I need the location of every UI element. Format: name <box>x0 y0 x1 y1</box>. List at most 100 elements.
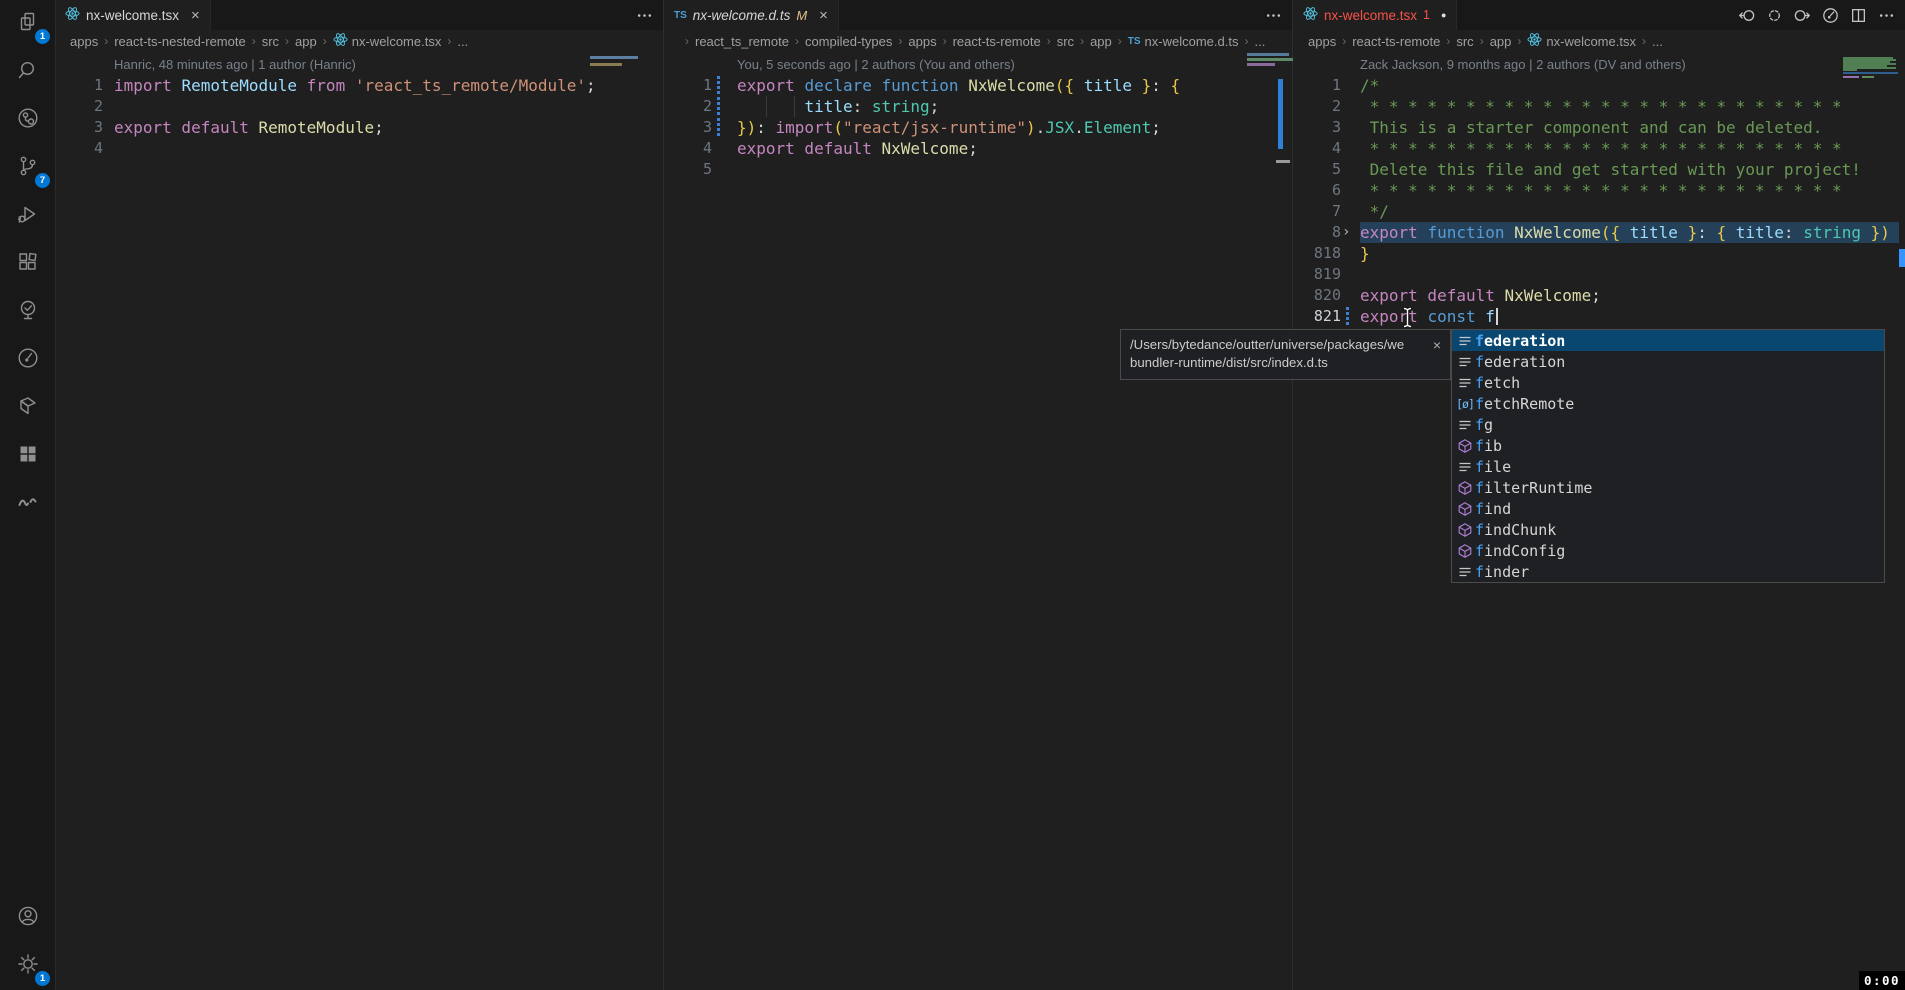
breadcrumb-item-compiled-types[interactable]: compiled-types <box>805 34 892 49</box>
code-line[interactable]: 2 <box>55 96 663 117</box>
activity-bar-item-explorer[interactable]: 1 <box>0 0 55 48</box>
code-text[interactable]: export const f <box>1360 306 1498 327</box>
breadcrumb-item-nx-welcome-tsx[interactable]: nx-welcome.tsx <box>1527 32 1636 50</box>
suggestion-filterRuntime[interactable]: filterRuntime <box>1452 477 1884 498</box>
code-area[interactable]: 1export declare function NxWelcome({ tit… <box>664 74 1292 180</box>
code-text[interactable]: export default NxWelcome; <box>737 138 978 159</box>
activity-bar-item-commit-graph[interactable] <box>0 96 55 144</box>
activity-bar-item-tree[interactable] <box>0 288 55 336</box>
code-line[interactable]: 6 * * * * * * * * * * * * * * * * * * * … <box>1293 180 1905 201</box>
breadcrumb-item--[interactable]: ... <box>1652 34 1663 49</box>
line-number[interactable]: 5 <box>1293 159 1341 180</box>
breadcrumb-item-apps[interactable]: apps <box>70 34 98 49</box>
editor[interactable]: Hanric, 48 minutes ago | 1 author (Hanri… <box>55 52 663 990</box>
close-icon[interactable]: × <box>1433 336 1441 354</box>
breadcrumb-item-app[interactable]: app <box>1490 34 1512 49</box>
line-number[interactable]: 3 <box>1293 117 1341 138</box>
code-line[interactable]: 5 Delete this file and get started with … <box>1293 159 1905 180</box>
breadcrumb-item-app[interactable]: app <box>295 34 317 49</box>
code-text[interactable]: }): import("react/jsx-runtime").JSX.Elem… <box>737 117 1161 138</box>
previous-change-icon[interactable] <box>1738 7 1755 24</box>
breadcrumb-item-react-ts-nested-remote[interactable]: react-ts-nested-remote <box>114 34 246 49</box>
activity-bar-item-extensions[interactable] <box>0 240 55 288</box>
suggestion-fetchRemote[interactable]: [ø]fetchRemote <box>1452 393 1884 414</box>
line-number[interactable]: 818 <box>1293 243 1341 264</box>
line-number[interactable]: 1 <box>1293 75 1341 96</box>
code-text[interactable]: * * * * * * * * * * * * * * * * * * * * … <box>1360 138 1842 159</box>
code-text[interactable]: Delete this file and get started with yo… <box>1360 159 1861 180</box>
breadcrumb-item--[interactable]: ... <box>1254 34 1265 49</box>
code-text[interactable]: export function NxWelcome({ title }: { t… <box>1360 222 1899 243</box>
suggestion-file[interactable]: file <box>1452 456 1884 477</box>
more-actions-icon[interactable] <box>1265 7 1282 24</box>
editor[interactable]: You, 5 seconds ago | 2 authors (You and … <box>664 52 1292 990</box>
activity-bar-item-nx-console[interactable] <box>0 384 55 432</box>
breadcrumb-item-nx-welcome-tsx[interactable]: nx-welcome.tsx <box>333 32 442 50</box>
suggestion-federation[interactable]: federation <box>1452 330 1884 351</box>
breadcrumb-item-react-ts-remote[interactable]: react-ts-remote <box>953 34 1041 49</box>
close-icon[interactable]: × <box>191 8 200 23</box>
more-actions-icon[interactable] <box>1878 7 1895 24</box>
code-line[interactable]: 819 <box>1293 264 1905 285</box>
suggestion-finder[interactable]: finder <box>1452 561 1884 582</box>
next-change-icon[interactable] <box>1794 7 1811 24</box>
line-number[interactable]: 4 <box>1293 138 1341 159</box>
line-number[interactable]: 821 <box>1293 306 1341 327</box>
line-number[interactable]: 1 <box>55 75 103 96</box>
line-number[interactable]: 820 <box>1293 285 1341 306</box>
line-number[interactable]: 3 <box>664 117 712 138</box>
changes-icon[interactable] <box>1766 7 1783 24</box>
code-line[interactable]: 3 This is a starter component and can be… <box>1293 117 1905 138</box>
breadcrumb-item-react-ts-remote[interactable]: react-ts-remote <box>1352 34 1440 49</box>
pane-divider[interactable] <box>663 0 664 990</box>
suggestion-fetch[interactable]: fetch <box>1452 372 1884 393</box>
breadcrumb-item-src[interactable]: src <box>262 34 279 49</box>
activity-bar-item-grid[interactable] <box>0 432 55 480</box>
line-number[interactable]: 1 <box>664 75 712 96</box>
code-text[interactable]: } <box>1360 243 1370 264</box>
activity-bar-item-search[interactable] <box>0 48 55 96</box>
line-number[interactable]: 2 <box>664 96 712 117</box>
code-line[interactable]: 821 export const f <box>1293 306 1905 327</box>
line-number[interactable]: 6 <box>1293 180 1341 201</box>
code-line[interactable]: 3export default RemoteModule; <box>55 117 663 138</box>
pane-divider[interactable] <box>1292 0 1293 990</box>
code-line[interactable]: 1 /* <box>1293 75 1905 96</box>
activity-bar-item-account[interactable] <box>0 894 55 942</box>
suggestion-fib[interactable]: fib <box>1452 435 1884 456</box>
breadcrumb-item-app[interactable]: app <box>1090 34 1112 49</box>
code-area[interactable]: 1 import RemoteModule from 'react_ts_remo… <box>55 74 663 159</box>
code-line[interactable]: 818} <box>1293 243 1905 264</box>
code-line[interactable]: 2 * * * * * * * * * * * * * * * * * * * … <box>1293 96 1905 117</box>
more-actions-icon[interactable] <box>636 7 653 24</box>
activity-bar-item-squiggle[interactable] <box>0 480 55 528</box>
line-number[interactable]: 4 <box>55 138 103 159</box>
code-line[interactable]: 4 * * * * * * * * * * * * * * * * * * * … <box>1293 138 1905 159</box>
code-text[interactable]: import RemoteModule from 'react_ts_remot… <box>114 75 596 96</box>
code-line[interactable]: 4 <box>55 138 663 159</box>
line-number[interactable]: 4 <box>664 138 712 159</box>
code-line[interactable]: 8›export function NxWelcome({ title }: {… <box>1293 222 1905 243</box>
breadcrumb-item-react-ts-remote[interactable]: react_ts_remote <box>695 34 789 49</box>
code-line[interactable]: 3 }): import("react/jsx-runtime").JSX.Ele… <box>664 117 1292 138</box>
code-text[interactable]: * * * * * * * * * * * * * * * * * * * * … <box>1360 180 1842 201</box>
line-number[interactable]: 2 <box>1293 96 1341 117</box>
code-text[interactable]: /* <box>1360 75 1379 96</box>
code-line[interactable]: 2 title: string; <box>664 96 1292 117</box>
line-number[interactable]: 2 <box>55 96 103 117</box>
tab-nx-welcome-d-ts[interactable]: TS nx-welcome.d.ts M × <box>664 0 839 30</box>
split-editor-icon[interactable] <box>1850 7 1867 24</box>
breadcrumb-item--[interactable]: ... <box>457 34 468 49</box>
code-text[interactable]: export default NxWelcome; <box>1360 285 1601 306</box>
activity-bar-item-history[interactable] <box>0 336 55 384</box>
code-line[interactable]: 5 <box>664 159 1292 180</box>
suggestion-fg[interactable]: fg <box>1452 414 1884 435</box>
suggestion-find[interactable]: find <box>1452 498 1884 519</box>
breadcrumb-item-apps[interactable]: apps <box>908 34 936 49</box>
breadcrumb-item-apps[interactable]: apps <box>1308 34 1336 49</box>
tab-nx-welcome-tsx-modified[interactable]: nx-welcome.tsx 1 ● <box>1293 0 1457 30</box>
code-text[interactable]: export default RemoteModule; <box>114 117 384 138</box>
line-number[interactable]: 7 <box>1293 201 1341 222</box>
suggestion-findConfig[interactable]: findConfig <box>1452 540 1884 561</box>
activity-bar-item-run-debug[interactable] <box>0 192 55 240</box>
